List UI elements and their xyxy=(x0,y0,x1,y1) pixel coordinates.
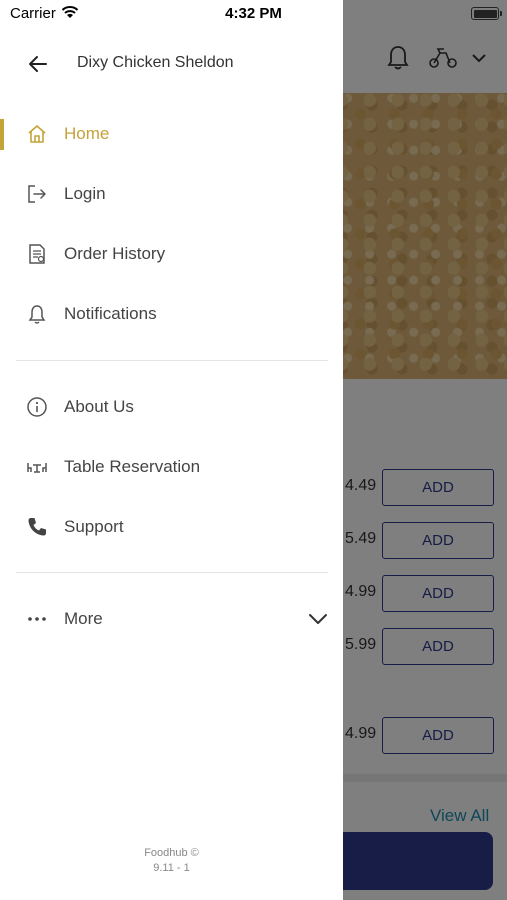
menu-item-order-history[interactable]: Order History xyxy=(0,226,343,282)
home-icon xyxy=(25,122,49,146)
menu-item-about-us[interactable]: About Us xyxy=(0,379,343,435)
chevron-down-icon[interactable] xyxy=(306,607,330,631)
bell-icon xyxy=(25,302,49,326)
menu-item-label: Notifications xyxy=(64,304,157,323)
table-reservation-icon xyxy=(25,455,49,479)
info-icon xyxy=(25,395,49,419)
footer-brand: Foodhub © xyxy=(144,847,199,859)
order-history-icon xyxy=(25,242,49,266)
menu-item-login[interactable]: Login xyxy=(0,166,343,222)
menu-item-more[interactable]: More xyxy=(0,591,343,647)
menu-item-home[interactable]: Home xyxy=(0,106,343,162)
battery-tip xyxy=(500,11,502,16)
navigation-drawer: Dixy Chicken Sheldon Home Login Order Hi… xyxy=(0,0,343,900)
more-dots-icon xyxy=(25,607,49,631)
status-bar: Carrier 4:32 PM xyxy=(0,0,507,27)
menu-item-label: More xyxy=(64,609,103,628)
menu-item-label: Order History xyxy=(64,244,166,263)
menu-item-label: Login xyxy=(64,184,106,203)
battery-icon xyxy=(471,7,499,20)
menu-item-label: Home xyxy=(64,124,110,143)
arrow-left-icon xyxy=(29,56,47,72)
menu-divider xyxy=(16,360,328,361)
menu-item-label: About Us xyxy=(64,397,134,416)
menu-item-label: Support xyxy=(64,517,124,536)
menu-item-notifications[interactable]: Notifications xyxy=(0,286,343,342)
login-icon xyxy=(25,182,49,206)
phone-icon xyxy=(25,515,49,539)
clock: 4:32 PM xyxy=(225,5,282,22)
menu-item-table-reservation[interactable]: Table Reservation xyxy=(0,439,343,495)
app-footer: Foodhub © 9.11 - 1 xyxy=(0,846,343,876)
footer-version: 9.11 - 1 xyxy=(153,862,190,874)
menu-item-label: Table Reservation xyxy=(64,457,201,476)
back-button[interactable] xyxy=(24,50,52,78)
restaurant-name: Dixy Chicken Sheldon xyxy=(77,54,234,71)
menu-item-support[interactable]: Support xyxy=(0,499,343,555)
menu-divider xyxy=(16,572,328,573)
